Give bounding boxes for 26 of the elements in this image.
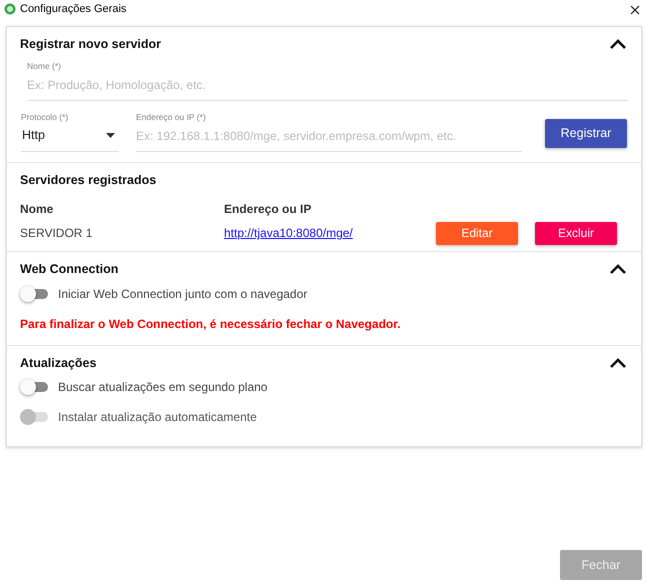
collapse-icon[interactable] [608,356,628,370]
field-label: Protocolo (*) [21,110,70,124]
server-address-link[interactable]: http://tjava10:8080/mge/ [224,224,353,242]
delete-button[interactable]: Excluir [535,222,617,245]
warning-text: Para finalizar o Web Connection, é necessário fechar o Navegador. [20,316,402,332]
caret-icon [106,133,115,138]
toggle-label: Instalar atualização automaticamente [58,409,257,426]
toggle-switch[interactable] [20,379,50,396]
field-label: Endereço ou IP (*) [136,111,207,124]
protocol-select[interactable]: Http [21,126,119,152]
toggle-switch[interactable] [20,286,50,302]
column-header: Nome [20,200,54,218]
section-title: Servidores registrados [20,172,156,189]
server-name: SERVIDOR 1 [20,225,94,242]
field-label: Nome (*) [27,60,62,72]
section-title: Web Connection [20,260,118,278]
section-title: Atualizações [20,354,96,372]
column-header: Endereço ou IP [224,200,312,218]
register-button[interactable]: Registrar [545,119,627,148]
section-title: Registrar novo servidor [20,36,162,53]
window-title: Configurações Gerais [20,2,126,17]
toggle-label: Buscar atualizações em segundo plano [58,379,268,396]
collapse-icon[interactable] [608,37,628,52]
app-logo-icon [4,3,16,15]
toggle-label: Iniciar Web Connection junto com o navegador [58,286,308,302]
collapse-icon[interactable] [608,262,628,276]
